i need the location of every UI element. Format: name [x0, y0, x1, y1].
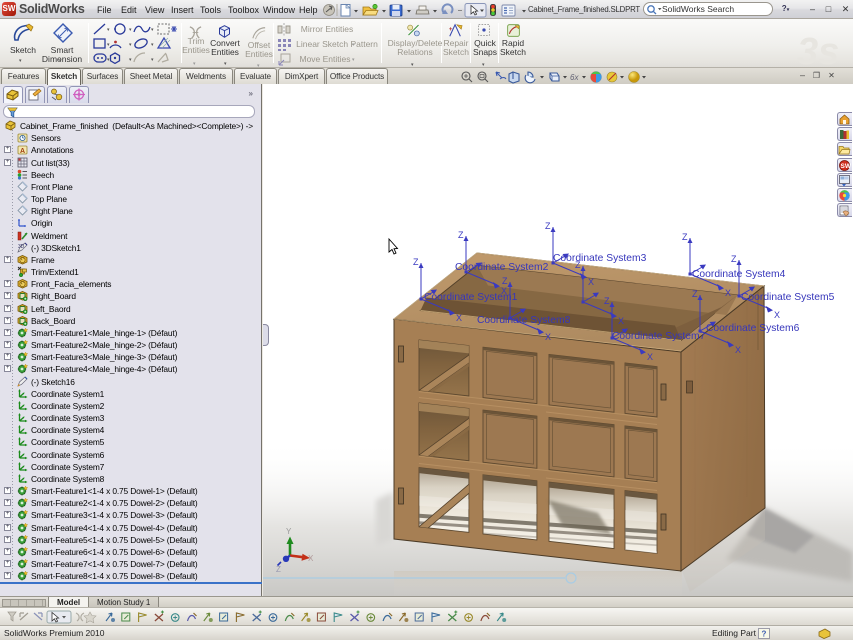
svg-text:Coordinate System1: Coordinate System1: [424, 292, 518, 303]
svg-text:X: X: [618, 316, 624, 326]
svg-text:Z: Z: [682, 232, 688, 242]
svg-text:Coordinate System7: Coordinate System7: [612, 331, 706, 342]
svg-text:Z: Z: [731, 254, 737, 264]
svg-text:Coordinate System3: Coordinate System3: [553, 253, 647, 264]
svg-text:6x: 6x: [570, 73, 579, 82]
svg-text:Z: Z: [545, 221, 551, 231]
svg-text:Z: Z: [276, 565, 281, 574]
svg-text:+: +: [449, 26, 453, 33]
svg-text:Coordinate System2: Coordinate System2: [455, 262, 549, 273]
svg-text:Z: Z: [502, 276, 508, 286]
svg-text:?: ?: [762, 630, 767, 639]
svg-text:X: X: [735, 345, 741, 355]
svg-text:Z: Z: [413, 257, 419, 267]
svg-text:X: X: [308, 554, 314, 563]
svg-text:SW: SW: [841, 163, 852, 170]
svg-text:Coordinate System5: Coordinate System5: [741, 292, 835, 303]
svg-text:Coordinate System8: Coordinate System8: [477, 315, 571, 326]
svg-text:Z: Z: [458, 230, 464, 240]
svg-text:Z: Z: [692, 289, 698, 299]
svg-text:X: X: [774, 310, 780, 320]
svg-text:X: X: [588, 277, 594, 287]
svg-text:Coordinate System4: Coordinate System4: [692, 269, 786, 280]
svg-text:Z: Z: [604, 296, 610, 306]
svg-text:Coordinate System6: Coordinate System6: [706, 323, 800, 334]
svg-text:X: X: [725, 288, 731, 298]
svg-text:X: X: [545, 332, 551, 342]
svg-text:Y: Y: [286, 527, 292, 536]
svg-text:X: X: [647, 352, 653, 362]
svg-text:X: X: [456, 313, 462, 323]
